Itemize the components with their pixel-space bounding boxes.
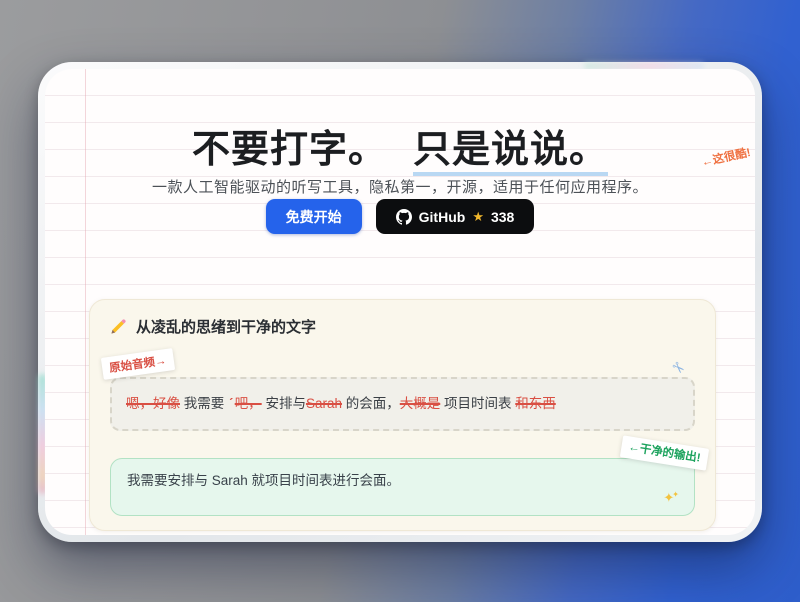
- github-label: GitHub: [419, 209, 466, 225]
- clean-output-text: 我需要安排与 Sarah 就项目时间表进行会面。: [127, 473, 400, 488]
- cta-row: 免费开始 GitHub ★ 338: [45, 199, 755, 234]
- pencil-icon: [110, 318, 127, 335]
- transcript-segment: Sarah: [306, 396, 342, 411]
- scissors-icon: ✂: [668, 357, 690, 379]
- raw-audio-annotation: 原始音频→: [101, 348, 175, 380]
- get-started-button[interactable]: 免费开始: [266, 199, 362, 234]
- transcript-segment: 的会面，: [342, 396, 400, 411]
- demo-section-card: 从凌乱的思绪到干净的文字 原始音频→ ✂ 嗯，好像 我需要 ˊ吧， 安排与Sar…: [89, 299, 716, 531]
- transcript-segment: 吧，: [235, 396, 262, 411]
- transcript-segment: 项目时间表: [440, 396, 515, 411]
- raw-transcript-wrap: 原始音频→ ✂ 嗯，好像 我需要 ˊ吧， 安排与Sarah 的会面，大概是 项目…: [110, 377, 695, 431]
- main-card-frame: 不要打字。只是说说。 一款人工智能驱动的听写工具，隐私第一，开源，适用于任何应用…: [38, 62, 762, 542]
- github-octocat-icon: [396, 209, 412, 225]
- page-title-part2: 只是说说。: [413, 129, 608, 176]
- demo-section-title-text: 从凌乱的思绪到干净的文字: [136, 316, 316, 337]
- clean-output-box: ←干净的输出! 我需要安排与 Sarah 就项目时间表进行会面。 ✦✦: [110, 458, 695, 516]
- demo-section-title: 从凌乱的思绪到干净的文字: [110, 316, 695, 337]
- transcript-segment: 安排与: [262, 396, 306, 411]
- github-button[interactable]: GitHub ★ 338: [376, 199, 535, 234]
- sparkle-icon: ✦✦: [663, 489, 681, 508]
- transcript-segment: 我需要: [180, 396, 228, 411]
- raw-transcript-box: 嗯，好像 我需要 ˊ吧， 安排与Sarah 的会面，大概是 项目时间表 和东西: [110, 377, 695, 431]
- notebook-card: 不要打字。只是说说。 一款人工智能驱动的听写工具，隐私第一，开源，适用于任何应用…: [45, 69, 755, 535]
- clean-output-annotation: ←干净的输出!: [620, 435, 709, 470]
- page-title: 不要打字。只是说说。: [45, 118, 755, 173]
- transcript-segment: 和东西: [515, 396, 556, 411]
- transcript-segment: 大概是: [400, 396, 441, 411]
- transcript-segment: 嗯，好像: [126, 396, 180, 411]
- github-star-count: 338: [491, 209, 514, 225]
- get-started-label: 免费开始: [286, 207, 342, 227]
- insertion-mark: ˊ: [229, 395, 234, 411]
- star-icon: ★: [472, 209, 484, 225]
- page-title-part1: 不要打字。: [192, 129, 387, 171]
- page-subtitle: 一款人工智能驱动的听写工具，隐私第一，开源，适用于任何应用程序。: [45, 176, 755, 197]
